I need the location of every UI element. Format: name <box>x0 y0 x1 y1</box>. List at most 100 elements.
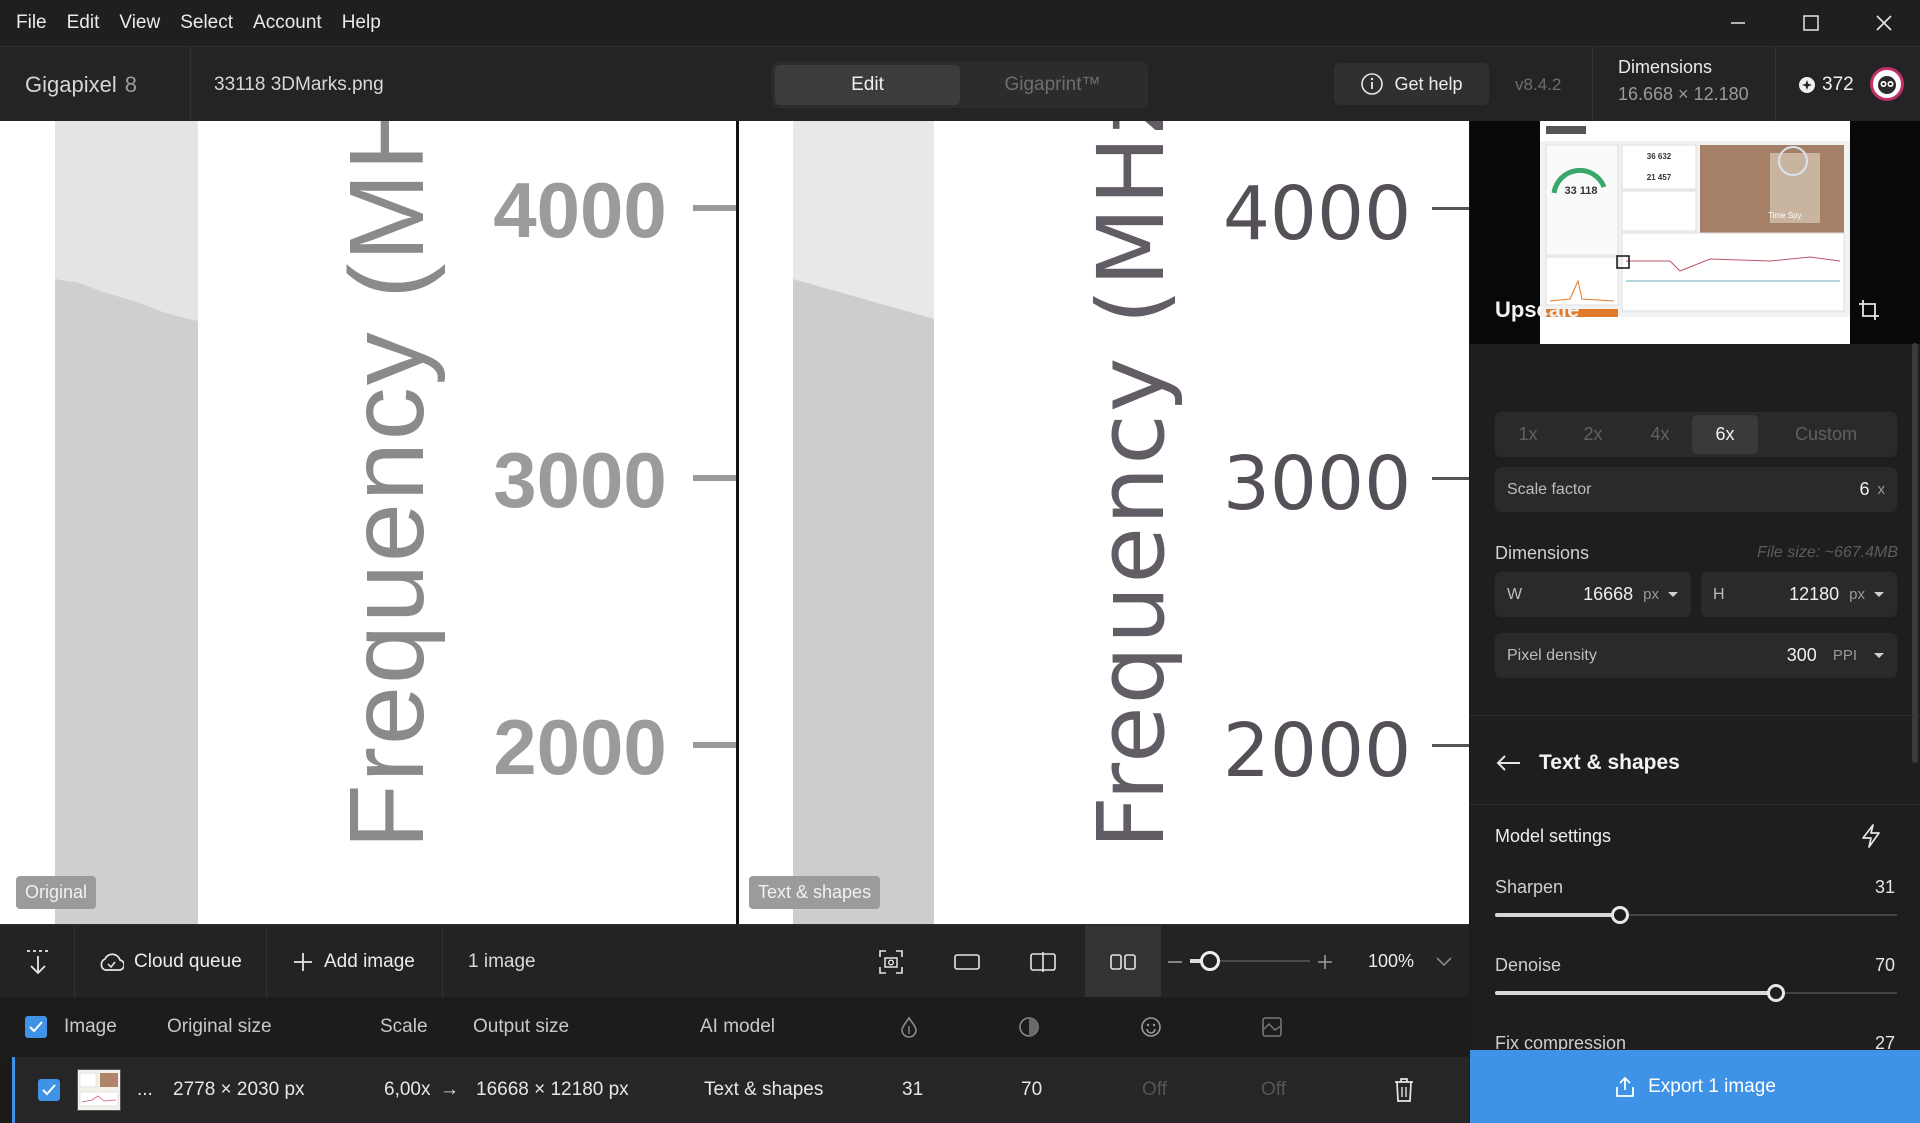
checkmark-icon <box>29 1021 43 1033</box>
tab-gigaprint[interactable]: Gigaprint™ <box>960 65 1145 105</box>
y-tick-label: 4000 <box>1223 171 1411 257</box>
tab-edit[interactable]: Edit <box>775 65 960 105</box>
row-thumbnail-image <box>79 1072 119 1107</box>
panel-scrollbar[interactable] <box>1912 343 1918 763</box>
download-button[interactable] <box>0 925 76 998</box>
column-original-size[interactable]: Original size <box>167 997 272 1057</box>
row-sharpen: 31 <box>902 1079 924 1100</box>
y-axis-title: Frequency (MHz <box>1078 121 1185 849</box>
pixel-density-label: Pixel density <box>1507 646 1597 664</box>
lightning-icon[interactable] <box>1859 823 1883 849</box>
chevron-down-icon[interactable] <box>1436 957 1452 967</box>
pixel-density-field[interactable]: Pixel density 300 PPI <box>1495 633 1897 678</box>
y-tick-label: 2000 <box>493 703 667 791</box>
minimize-icon <box>1730 22 1745 24</box>
model-selector[interactable]: Text & shapes <box>1495 751 1680 775</box>
scale-option-6x[interactable]: 6x <box>1692 415 1758 454</box>
original-label: Original <box>16 876 97 909</box>
image-count: 1 image <box>468 950 536 972</box>
image-table-header: Image Original size Scale Output size AI… <box>0 997 1469 1057</box>
side-by-side-view-button[interactable] <box>1085 925 1161 998</box>
scale-factor-field[interactable]: Scale factor 6 x <box>1495 467 1897 512</box>
single-view-icon <box>954 953 980 970</box>
height-field[interactable]: H 12180 px <box>1701 572 1897 617</box>
add-image-label: Add image <box>324 950 415 972</box>
original-preview[interactable]: Frequency (MHz 4000 3000 2000 Original <box>0 121 736 924</box>
chevron-down-icon <box>1874 652 1884 658</box>
trash-icon[interactable] <box>1393 1077 1415 1103</box>
minimize-button[interactable] <box>1701 0 1774 46</box>
maximize-button[interactable] <box>1774 0 1847 46</box>
add-image-button[interactable]: Add image <box>292 925 415 998</box>
y-tick-label: 2000 <box>1223 708 1411 794</box>
slider-handle[interactable] <box>1767 984 1786 1002</box>
menu-file[interactable]: File <box>0 0 57 46</box>
column-image[interactable]: Image <box>64 997 117 1057</box>
zoom-in-icon[interactable] <box>1317 954 1333 970</box>
row-checkbox[interactable] <box>38 1079 60 1101</box>
single-view-button[interactable] <box>929 925 1005 998</box>
chevron-down-icon <box>1668 591 1678 597</box>
column-output-size[interactable]: Output size <box>473 997 569 1057</box>
avatar[interactable] <box>1870 67 1904 101</box>
menu-select[interactable]: Select <box>170 0 243 46</box>
scale-option-custom[interactable]: Custom <box>1758 415 1894 454</box>
scale-option-4x[interactable]: 4x <box>1628 415 1692 454</box>
menu-view[interactable]: View <box>109 0 170 46</box>
row-denoise: 70 <box>1021 1079 1043 1100</box>
maximize-icon <box>1802 15 1819 31</box>
panel-divider <box>1470 804 1920 805</box>
menu-account[interactable]: Account <box>243 0 332 46</box>
model-preview-label: Text & shapes <box>749 876 881 909</box>
export-button[interactable]: Export 1 image <box>1470 1050 1920 1123</box>
cloud-queue-button[interactable]: Cloud queue <box>98 925 242 998</box>
get-help-button[interactable]: Get help <box>1334 63 1489 105</box>
window-controls <box>1701 0 1920 46</box>
thumb-score-main: 33 118 <box>1564 185 1597 197</box>
scale-factor-label: Scale factor <box>1507 480 1592 498</box>
y-axis-title: Frequency (MHz <box>328 121 446 849</box>
zoom-out-icon[interactable] <box>1168 960 1182 964</box>
sharpen-slider[interactable] <box>1495 905 1897 925</box>
split-view-button[interactable] <box>1005 925 1081 998</box>
scale-option-1x[interactable]: 1x <box>1498 415 1558 454</box>
sharpen-drop-icon <box>901 1016 917 1038</box>
upscaled-preview[interactable]: Frequency (MHz 4000 3000 2000 Text & sha… <box>739 121 1469 924</box>
screenshot-view-button[interactable] <box>853 925 929 998</box>
toolbar-divider <box>442 925 443 998</box>
pixel-density-unit: PPI <box>1832 647 1857 664</box>
preview-canvas[interactable]: Frequency (MHz 4000 3000 2000 Original F… <box>0 121 1469 924</box>
width-field[interactable]: W 16668 px <box>1495 572 1691 617</box>
face-recovery-icon <box>1141 1017 1161 1037</box>
panel-divider <box>1470 715 1920 716</box>
app-version: 8 <box>124 72 137 97</box>
table-row[interactable]: ... 2778 × 2030 px 6,00x → 16668 × 12180… <box>12 1057 1469 1123</box>
toolbar-divider <box>266 925 267 998</box>
pixel-density-value: 300 <box>1786 645 1817 665</box>
get-help-label: Get help <box>1394 73 1463 94</box>
zoom-level[interactable]: 100% <box>1368 925 1414 998</box>
plus-icon <box>294 952 312 971</box>
avatar-icon <box>1878 76 1896 94</box>
slider-handle[interactable] <box>1610 906 1629 924</box>
header-divider <box>1775 47 1776 122</box>
back-arrow-icon <box>1496 755 1520 771</box>
zoom-slider-handle[interactable] <box>1200 951 1220 971</box>
export-icon <box>1616 1076 1634 1097</box>
column-ai-model[interactable]: AI model <box>700 997 775 1057</box>
credits-button[interactable]: 372 <box>1798 67 1854 103</box>
menu-edit[interactable]: Edit <box>57 0 110 46</box>
crop-icon[interactable] <box>1857 298 1881 322</box>
thumb-game-label: Time Spy <box>1768 211 1802 220</box>
y-tick-label: 3000 <box>1223 441 1411 527</box>
menu-help[interactable]: Help <box>332 0 391 46</box>
select-all-checkbox[interactable] <box>25 1016 47 1038</box>
denoise-slider[interactable] <box>1495 983 1897 1003</box>
cloud-queue-label: Cloud queue <box>134 950 242 972</box>
column-scale[interactable]: Scale <box>380 997 428 1057</box>
close-button[interactable] <box>1847 0 1920 46</box>
zoom-slider[interactable] <box>1190 951 1310 971</box>
row-ai-model[interactable]: Text & shapes <box>704 1057 823 1123</box>
scale-option-2x[interactable]: 2x <box>1558 415 1628 454</box>
row-scale: 6,00x <box>384 1079 431 1100</box>
